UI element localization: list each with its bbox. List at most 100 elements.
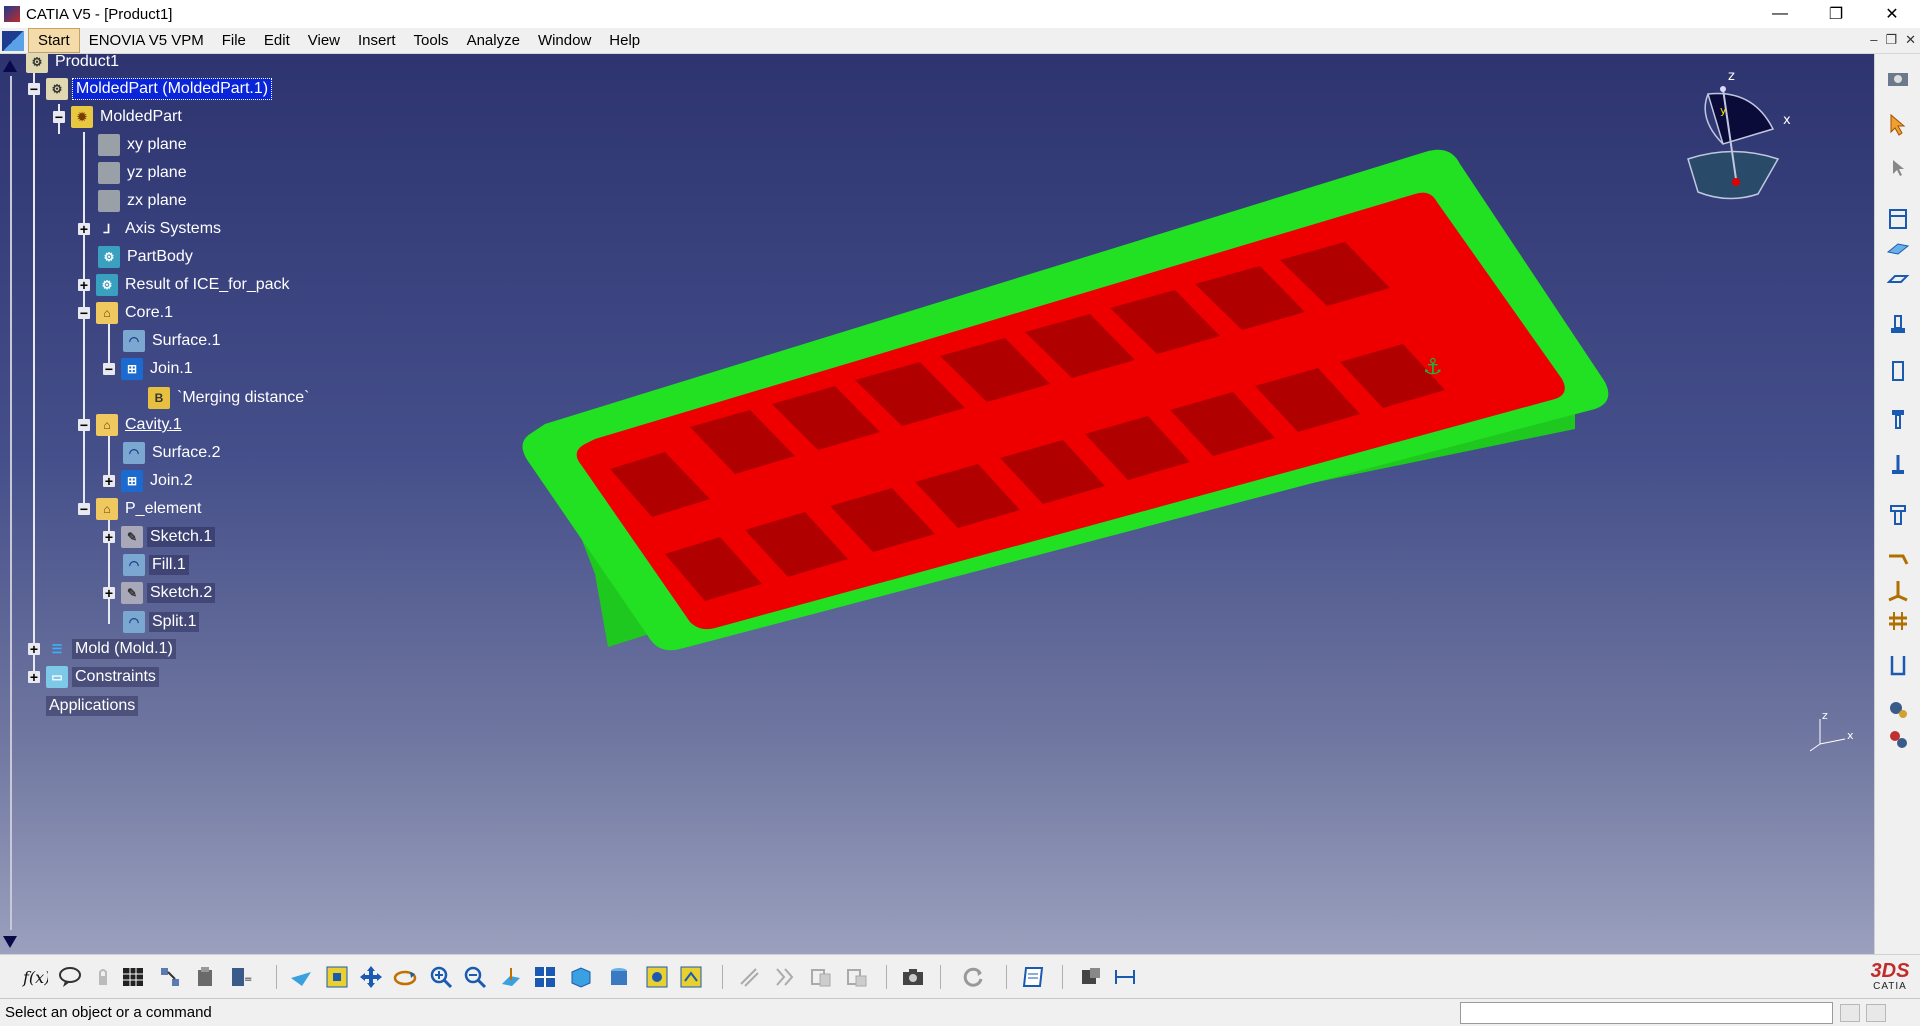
menu-analyze[interactable]: Analyze [458,29,529,52]
close-button[interactable]: ✕ [1864,0,1920,28]
fly-mode-icon[interactable] [286,963,316,991]
menu-edit[interactable]: Edit [255,29,299,52]
coolant-icon[interactable] [1883,606,1913,636]
formula-icon[interactable]: f(x) [20,963,50,991]
tools-icon[interactable] [1883,724,1913,754]
tree-label[interactable]: Axis Systems [122,219,224,239]
knowledge-advisor-icon[interactable] [55,963,85,991]
zoom-in-icon[interactable] [426,963,456,991]
tree-label[interactable]: Constraints [72,667,159,687]
jump-icon[interactable] [770,963,800,991]
tree-node-mold[interactable]: + ☰ Mold (Mold.1) [28,637,176,661]
tree-node-xy-plane[interactable]: xy plane [98,133,190,157]
collapse-icon[interactable]: − [78,502,90,516]
zoom-out-icon[interactable] [460,963,490,991]
tree-node-surface2[interactable]: ◠ Surface.2 [123,441,223,465]
shading-icon[interactable] [604,963,634,991]
3d-viewport[interactable]: ⚓ z x y z x ⚙ Product1 − ⚙ MoldedPart (M… [0,54,1874,954]
tree-node-join2[interactable]: + ⊞ Join.2 [103,469,196,493]
tree-node-molded-part-instance[interactable]: − ⚙ MoldedPart (MoldedPart.1) [28,77,273,101]
tree-node-axis-systems[interactable]: + ⅃ Axis Systems [78,217,224,241]
status-button-stop[interactable] [1840,1004,1860,1022]
tree-node-merging-distance[interactable]: B `Merging distance` [148,386,313,410]
tree-label[interactable]: Surface.2 [149,443,223,463]
lock-icon[interactable] [88,963,118,991]
expand-icon[interactable]: + [28,670,40,684]
mold-base-icon[interactable] [1883,204,1913,234]
rotate-icon[interactable] [390,963,420,991]
collapse-icon[interactable]: − [53,110,65,124]
tree-label[interactable]: PartBody [124,247,196,267]
tree-label[interactable]: `Merging distance` [174,388,313,408]
collapse-icon[interactable]: − [78,418,90,432]
status-button-info[interactable] [1866,1004,1886,1022]
minimize-button[interactable]: — [1752,0,1808,28]
multi-view-icon[interactable] [530,963,560,991]
tree-label[interactable]: Product1 [52,54,122,72]
tree-label[interactable]: xy plane [124,135,190,155]
expand-icon[interactable]: + [28,642,40,656]
tree-node-join1[interactable]: − ⊞ Join.1 [103,357,196,381]
swap-space-icon[interactable] [676,963,706,991]
collapse-icon[interactable]: − [28,82,40,96]
save-management-icon[interactable] [1076,963,1106,991]
hide-show-icon[interactable] [642,963,672,991]
select-arrow-icon[interactable] [1883,110,1913,140]
tree-label[interactable]: Join.1 [147,359,196,379]
tree-node-yz-plane[interactable]: yz plane [98,161,190,185]
capture-icon[interactable] [898,963,928,991]
tree-node-cavity[interactable]: − ⌂ Cavity.1 [78,413,185,437]
tree-label[interactable]: Applications [46,696,139,716]
doc-close-button[interactable]: ✕ [1905,32,1916,48]
command-input[interactable] [1460,1002,1833,1024]
menu-help[interactable]: Help [600,29,649,52]
catalog-icon[interactable] [155,963,185,991]
tree-node-split1[interactable]: ◠ Split.1 [123,610,200,634]
collapse-icon[interactable]: − [103,362,115,376]
menu-file[interactable]: File [213,29,255,52]
expand-icon[interactable]: + [78,222,90,236]
edit-icon[interactable] [806,963,836,991]
iso-view-icon[interactable] [566,963,596,991]
camera-icon[interactable] [1883,64,1913,94]
menu-window[interactable]: Window [529,29,600,52]
menu-enovia[interactable]: ENOVIA V5 VPM [80,29,213,52]
tree-label[interactable]: P_element [122,499,205,519]
tree-label[interactable]: Join.2 [147,471,196,491]
pan-icon[interactable] [356,963,386,991]
tree-label[interactable]: Fill.1 [149,555,189,575]
document-system-icon[interactable] [2,30,24,51]
molded-part-model[interactable]: ⚓ [500,134,1650,674]
tree-node-fill1[interactable]: ◠ Fill.1 [123,553,189,577]
tree-label[interactable]: Split.1 [149,612,200,632]
cut-icon[interactable] [734,963,764,991]
menu-view[interactable]: View [299,29,349,52]
publication-icon[interactable] [1018,963,1048,991]
plate-icon[interactable] [1883,234,1913,264]
bracket-icon[interactable] [1883,650,1913,680]
collapse-icon[interactable]: − [78,306,90,320]
tree-label[interactable]: Mold (Mold.1) [72,639,176,659]
grid-icon[interactable] [118,963,148,991]
menu-tools[interactable]: Tools [405,29,458,52]
tree-node-product1[interactable]: ⚙ Product1 [26,54,122,74]
tree-node-zx-plane[interactable]: zx plane [98,189,190,213]
tree-node-core[interactable]: − ⌂ Core.1 [78,301,176,325]
tree-node-molded-part[interactable]: − ✹ MoldedPart [53,105,185,129]
tree-node-constraints[interactable]: + ▭ Constraints [28,665,159,689]
tree-label[interactable]: Cavity.1 [122,415,185,435]
tree-node-sketch1[interactable]: + ✎ Sketch.1 [103,525,216,549]
fit-all-icon[interactable] [322,963,352,991]
tree-label[interactable]: zx plane [124,191,190,211]
tree-node-result-ice[interactable]: + ⚙ Result of ICE_for_pack [78,273,293,297]
doc-restore-button[interactable]: ❐ [1885,32,1897,48]
tree-label[interactable]: yz plane [124,163,190,183]
measure-param-icon[interactable]: = [226,963,256,991]
ejector-icon[interactable] [1883,576,1913,606]
tree-label[interactable]: Surface.1 [149,331,223,351]
rectangle-icon[interactable] [1883,356,1913,386]
tree-node-applications[interactable]: Applications [46,694,139,718]
expand-icon[interactable]: + [103,586,115,600]
angle-icon[interactable] [1883,546,1913,576]
measure-between-icon[interactable] [1110,963,1140,991]
